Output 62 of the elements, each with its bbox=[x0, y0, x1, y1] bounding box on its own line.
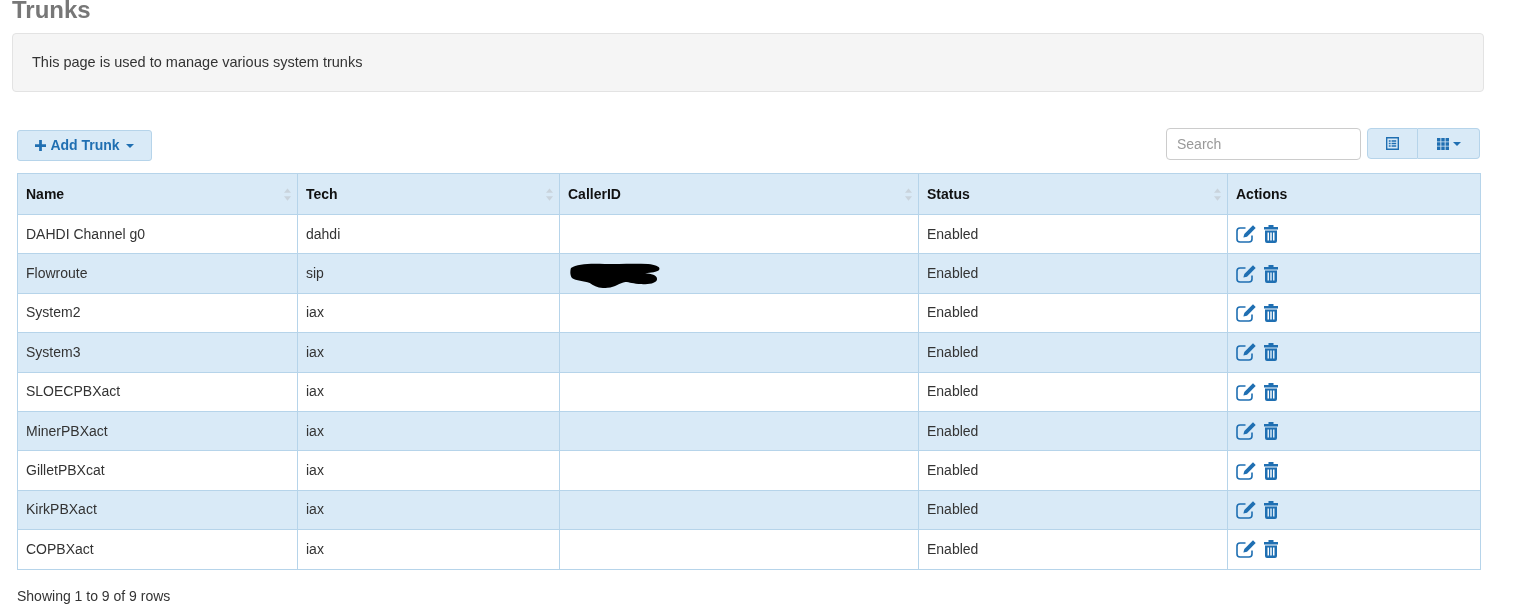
table-cell: Enabled bbox=[918, 490, 1228, 530]
trash-icon[interactable] bbox=[1264, 343, 1278, 362]
trash-icon[interactable] bbox=[1264, 382, 1278, 401]
table-cell: GilletPBXcat bbox=[17, 450, 298, 491]
table-cell: System2 bbox=[17, 293, 298, 333]
column-header[interactable]: Status bbox=[927, 183, 970, 205]
table-cell: Enabled bbox=[918, 253, 1228, 294]
column-header[interactable]: CallerID bbox=[568, 183, 621, 205]
table-cell: KirkPBXact bbox=[17, 490, 298, 530]
column-header[interactable]: Actions bbox=[1236, 183, 1288, 205]
table-cell: iax bbox=[297, 411, 560, 451]
edit-icon[interactable] bbox=[1236, 343, 1256, 362]
table-cell: dahdi bbox=[297, 214, 560, 254]
table-cell: iax bbox=[297, 332, 560, 373]
edit-icon[interactable] bbox=[1236, 500, 1256, 519]
table-cell: DAHDI Channel g0 bbox=[17, 214, 298, 254]
trash-icon[interactable] bbox=[1264, 264, 1278, 283]
table-cell: Enabled bbox=[918, 293, 1228, 333]
plus-icon bbox=[35, 140, 47, 151]
table-cell: Flowroute bbox=[17, 253, 298, 294]
table-cell: Enabled bbox=[918, 372, 1228, 412]
table-cell: Enabled bbox=[918, 529, 1228, 569]
table-cell: iax bbox=[297, 490, 560, 530]
list-view-button[interactable] bbox=[1367, 128, 1418, 159]
table-cell: System3 bbox=[17, 332, 298, 373]
caret-icon bbox=[1452, 141, 1461, 146]
trash-icon[interactable] bbox=[1264, 303, 1278, 322]
column-header[interactable]: Name bbox=[26, 183, 65, 205]
info-text: This page is used to manage various system trunks bbox=[32, 52, 363, 72]
add-button[interactable]: Add Trunk bbox=[17, 130, 152, 161]
edit-icon[interactable] bbox=[1236, 303, 1256, 322]
trash-icon[interactable] bbox=[1264, 500, 1278, 519]
edit-icon[interactable] bbox=[1236, 540, 1256, 559]
search-field[interactable]: Search bbox=[1166, 128, 1361, 160]
table-cell: Enabled bbox=[918, 332, 1228, 373]
column-header[interactable]: Tech bbox=[306, 183, 338, 205]
edit-icon[interactable] bbox=[1236, 382, 1256, 401]
pagination-info: Showing 1 to 9 of 9 rows bbox=[17, 586, 172, 606]
table-cell: iax bbox=[297, 293, 560, 333]
trash-icon[interactable] bbox=[1264, 422, 1278, 441]
edit-icon[interactable] bbox=[1236, 225, 1256, 244]
table-cell: COPBXact bbox=[17, 529, 298, 569]
trash-icon[interactable] bbox=[1264, 540, 1278, 559]
list-icon bbox=[1386, 137, 1399, 150]
table-cell: sip bbox=[297, 253, 560, 294]
table-cell: iax bbox=[297, 450, 560, 491]
trash-icon[interactable] bbox=[1264, 225, 1278, 244]
table-cell: Enabled bbox=[918, 450, 1228, 491]
edit-icon[interactable] bbox=[1236, 264, 1256, 283]
table-cell: MinerPBXact bbox=[17, 411, 298, 451]
grid-icon bbox=[1436, 137, 1449, 150]
trash-icon[interactable] bbox=[1264, 461, 1278, 480]
table-cell: SLOECPBXact bbox=[17, 372, 298, 412]
edit-icon[interactable] bbox=[1236, 461, 1256, 480]
table-cell: Enabled bbox=[918, 411, 1228, 451]
caret-icon bbox=[125, 143, 134, 148]
table-cell: iax bbox=[297, 529, 560, 569]
table-cell: Enabled bbox=[918, 214, 1228, 254]
page-title: Trunks bbox=[12, 0, 92, 23]
edit-icon[interactable] bbox=[1236, 422, 1256, 441]
columns-button[interactable] bbox=[1418, 128, 1480, 159]
table-cell: iax bbox=[297, 372, 560, 412]
